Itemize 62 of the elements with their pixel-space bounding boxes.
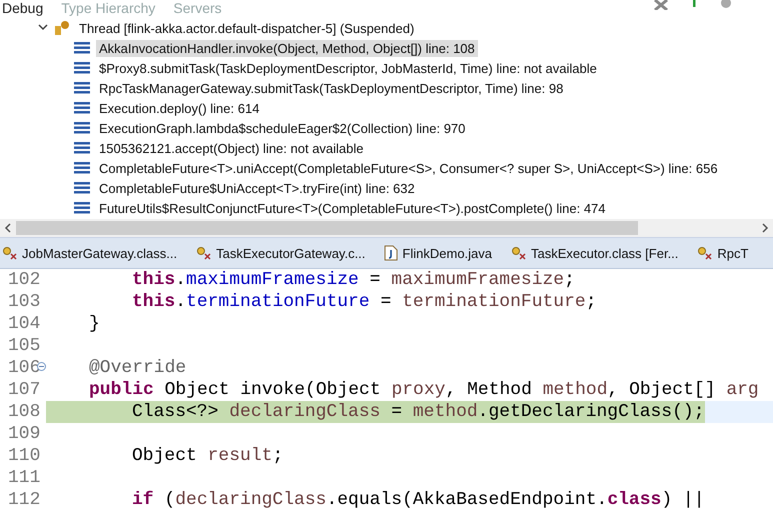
stack-frame-icon: [74, 82, 90, 94]
code-line: Object result;: [131, 445, 284, 467]
line-number: 111: [7, 468, 42, 488]
collapse-icon[interactable]: [37, 362, 46, 371]
line-number: 108: [7, 402, 42, 422]
stack-frame[interactable]: CompletableFuture$UniAccept<T>.tryFire(int) line: 632: [96, 180, 418, 196]
line-number: 107: [7, 380, 42, 400]
code-line: public Object invoke(Object proxy, Method method, Object[] arg: [88, 379, 759, 401]
stack-frame[interactable]: CompletableFuture<T>.uniAccept(CompletableFuture<S>, Consumer<? super S>, UniAccept<S>) line: 656: [96, 160, 721, 176]
stack-frame-icon: [74, 202, 90, 214]
stack-frame-icon: [74, 102, 90, 114]
line-number: 106: [0, 358, 46, 378]
stack-frame-icon: [74, 42, 90, 54]
editor-tab[interactable]: TaskExecutorGateway.c...: [196, 245, 366, 261]
stack-frame-icon: [74, 62, 90, 74]
stack-frame[interactable]: ExecutionGraph.lambda$scheduleEager$2(Collection) line: 970: [96, 120, 468, 136]
remove-icon[interactable]: [653, 0, 669, 10]
thread-icon: [54, 20, 70, 36]
stack-frame[interactable]: Execution.deploy() line: 614: [96, 100, 262, 116]
stack-frame[interactable]: FutureUtils$ResultConjunctFuture<T>(CompletableFuture<T>).postComplete() line: 474: [96, 200, 609, 216]
line-number: 109: [7, 424, 42, 444]
editor-tab-label[interactable]: TaskExecutorGateway.c...: [216, 246, 366, 260]
scrollbar-thumb[interactable]: [16, 221, 638, 235]
editor-tab-label[interactable]: JobMasterGateway.class...: [22, 246, 178, 260]
stack-frame-icon: [74, 142, 90, 154]
line-number: 104: [7, 314, 42, 334]
class-file-icon: [2, 245, 18, 261]
editor-tab[interactable]: FlinkDemo.java: [384, 245, 492, 261]
java-file-icon: [384, 245, 398, 261]
stack-frame[interactable]: $Proxy8.submitTask(TaskDeploymentDescriptor, JobMasterId, Time) line: not available: [96, 60, 600, 76]
class-file-icon: [697, 245, 714, 261]
code-line: this.maximumFramesize = maximumFramesize;: [131, 269, 575, 291]
editor-tab-label[interactable]: RpcT: [717, 246, 748, 260]
editor-tab-label[interactable]: TaskExecutor.class [Fer...: [531, 246, 678, 260]
stack-frame[interactable]: 1505362121.accept(Object) line: not available: [96, 140, 367, 156]
class-file-icon: [511, 245, 528, 261]
class-file-icon: [196, 245, 212, 261]
scroll-right-icon[interactable]: [761, 223, 769, 233]
line-number: 103: [7, 292, 42, 312]
editor-tab[interactable]: TaskExecutor.class [Fer...: [511, 245, 678, 261]
code-line: this.terminationFuture = terminationFuture;: [131, 291, 597, 313]
line-number: 105: [7, 336, 42, 356]
stack-frame[interactable]: AkkaInvocationHandler.invoke(Object, Method, Object[]) line: 108: [96, 40, 478, 56]
chevron-icon[interactable]: [38, 24, 48, 32]
line-number: 112: [7, 490, 42, 510]
stack-frame-icon: [74, 122, 90, 134]
editor-tab-label[interactable]: FlinkDemo.java: [402, 246, 492, 260]
cursor-line-highlight: [704, 401, 773, 423]
step-icon[interactable]: [691, 0, 697, 10]
code-line: @Override: [88, 357, 186, 379]
code-line: if (declaringClass.equals(AkkaBasedEndpoint.class) ||: [131, 489, 705, 511]
editor-tab[interactable]: RpcT: [697, 245, 748, 261]
scroll-left-icon[interactable]: [4, 223, 12, 233]
line-number: 102: [7, 270, 42, 290]
editor-tab[interactable]: JobMasterGateway.class...: [2, 245, 178, 261]
code-line: }: [88, 313, 100, 335]
line-number: 110: [7, 446, 42, 466]
stack-frame-icon: [74, 162, 90, 174]
stack-frame[interactable]: RpcTaskManagerGateway.submitTask(TaskDeploymentDescriptor, Time) line: 98: [96, 80, 566, 96]
view-tab[interactable]: Debug: [2, 0, 44, 16]
thread-label[interactable]: Thread [flink-akka.actor.default-dispatcher-5] (Suspended): [76, 20, 418, 36]
stack-frame-icon: [74, 182, 90, 194]
